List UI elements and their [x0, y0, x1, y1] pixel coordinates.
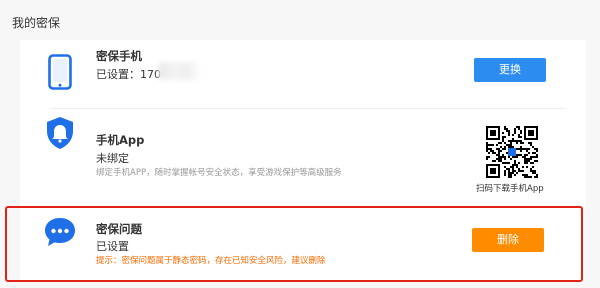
delete-question-button[interactable]: 删除	[472, 228, 544, 252]
phone-item-title: 密保手机	[96, 49, 142, 63]
question-item-status: 已设置	[96, 240, 129, 253]
chat-bubble-icon	[43, 216, 77, 248]
change-phone-button[interactable]: 更换	[474, 58, 546, 82]
app-item-title: 手机App	[96, 133, 145, 147]
phone-item-status: 已设置：170	[96, 68, 161, 81]
qr-code-label: 扫码下载手机App	[476, 184, 544, 194]
shield-icon	[45, 116, 75, 150]
question-risk-tip: 提示：密保问题属于静态密码，存在已知安全风险，建议删除	[96, 256, 326, 266]
redacted-phone-digits	[158, 62, 198, 80]
page-title: 我的密保	[12, 16, 61, 30]
app-download-qr-code[interactable]	[486, 126, 538, 178]
app-item-description: 绑定手机APP，随时掌握帐号安全状态，享受游戏保护等高级服务	[96, 168, 342, 178]
security-panel: 密保手机 已设置：170 更换 手机App 未绑定 绑定手机APP，随时掌握帐号…	[20, 40, 586, 280]
smartphone-icon	[48, 54, 72, 90]
app-item-status: 未绑定	[96, 152, 129, 165]
question-item-title: 密保问题	[96, 222, 142, 236]
